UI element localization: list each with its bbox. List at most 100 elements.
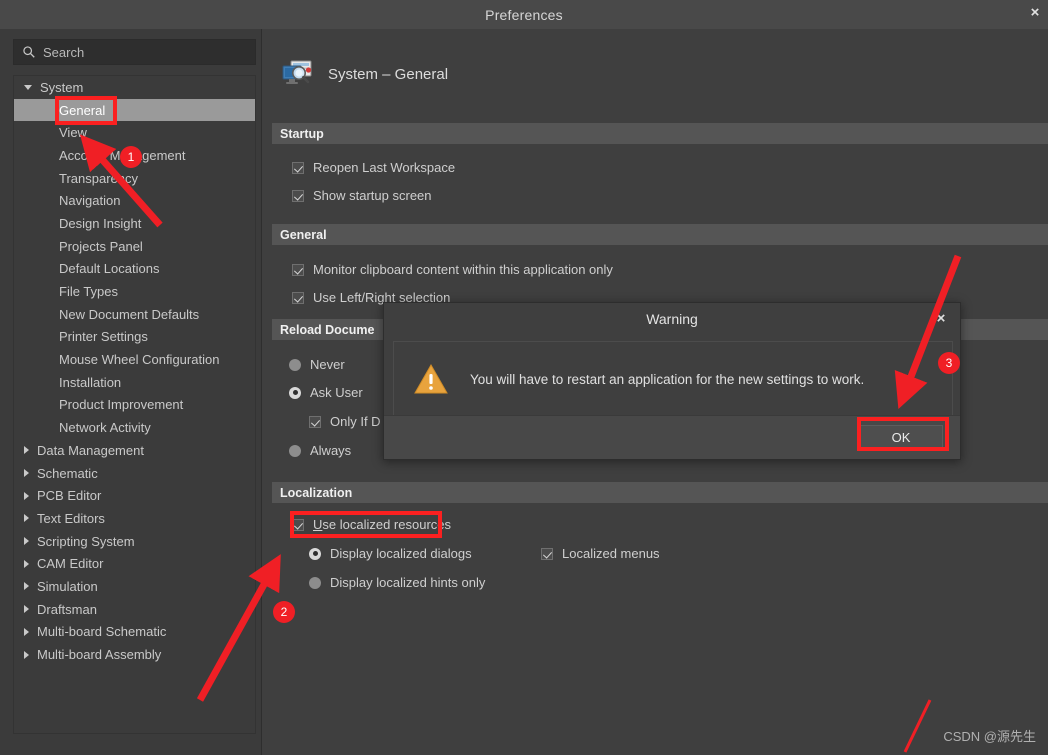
tree-item-label: View (59, 125, 87, 141)
tree-item-data-management[interactable]: Data Management (14, 439, 255, 462)
settings-tree[interactable]: System General View Account Management Trans… (13, 75, 256, 734)
tree-item-new-document-defaults[interactable]: New Document Defaults (14, 303, 255, 326)
search-placeholder: Search (43, 44, 85, 60)
option-label: Use localized resources (313, 517, 451, 532)
section-header-general: General (272, 224, 1048, 245)
option-display-localized-dialogs[interactable]: Display localized dialogs (309, 546, 472, 561)
tree-item-label: Schematic (37, 465, 98, 481)
option-label: Ask User (310, 385, 363, 400)
tree-item-installation[interactable]: Installation (14, 371, 255, 394)
chevron-right-icon[interactable] (24, 650, 29, 659)
dialog-body: You will have to restart an application … (393, 341, 953, 417)
option-reload-never[interactable]: Never (289, 357, 345, 372)
chevron-right-icon[interactable] (24, 582, 29, 591)
option-use-localized-resources[interactable]: Use localized resources (292, 517, 451, 532)
tree-item-text-editors[interactable]: Text Editors (14, 507, 255, 530)
tree-item-label: General (59, 102, 106, 118)
radio-display-localized-dialogs[interactable] (309, 547, 321, 560)
option-display-localized-hints-only[interactable]: Display localized hints only (309, 575, 485, 590)
tree-item-label: Mouse Wheel Configuration (59, 352, 220, 368)
radio-display-localized-hints-only[interactable] (309, 576, 321, 589)
chevron-right-icon[interactable] (24, 627, 29, 636)
page-header: System – General (282, 58, 448, 90)
tree-item-mouse-wheel-configuration[interactable]: Mouse Wheel Configuration (14, 348, 255, 371)
accelerator-char: U (313, 517, 323, 532)
option-label: Display localized hints only (330, 575, 486, 590)
chevron-right-icon[interactable] (24, 537, 29, 546)
chevron-right-icon[interactable] (24, 514, 29, 523)
section-header-localization: Localization (272, 482, 1048, 503)
dialog-title: Warning (646, 311, 698, 327)
ok-button[interactable]: OK (859, 425, 943, 450)
option-label: Only If D (330, 414, 381, 429)
tree-item-label: Printer Settings (59, 329, 148, 345)
checkbox-reopen-last-workspace[interactable] (292, 161, 304, 174)
chevron-right-icon[interactable] (24, 491, 29, 500)
checkbox-reload-only-if-data[interactable] (309, 415, 321, 428)
option-monitor-clipboard[interactable]: Monitor clipboard content within this ap… (292, 262, 613, 277)
tree-item-scripting-system[interactable]: Scripting System (14, 530, 255, 553)
option-reload-only-if-data[interactable]: Only If D (309, 414, 381, 429)
option-reload-always[interactable]: Always (289, 443, 351, 458)
tree-item-simulation[interactable]: Simulation (14, 575, 255, 598)
tree-item-draftsman[interactable]: Draftsman (14, 598, 255, 621)
option-label: Show startup screen (313, 188, 432, 203)
option-label: Localized menus (562, 546, 660, 561)
tree-item-design-insight[interactable]: Design Insight (14, 212, 255, 235)
tree-item-view[interactable]: View (14, 121, 255, 144)
option-label: Always (310, 443, 352, 458)
radio-reload-ask-user[interactable] (289, 386, 301, 399)
tree-item-network-activity[interactable]: Network Activity (14, 416, 255, 439)
tree-item-default-locations[interactable]: Default Locations (14, 258, 255, 281)
chevron-right-icon[interactable] (24, 605, 29, 614)
chevron-right-icon[interactable] (24, 559, 29, 568)
tree-item-transparency[interactable]: Transparency (14, 167, 255, 190)
tree-item-label: Scripting System (37, 533, 135, 549)
tree-item-schematic[interactable]: Schematic (14, 462, 255, 485)
tree-item-projects-panel[interactable]: Projects Panel (14, 235, 255, 258)
checkbox-localized-menus[interactable] (541, 547, 553, 560)
checkbox-monitor-clipboard[interactable] (292, 263, 304, 276)
tree-item-printer-settings[interactable]: Printer Settings (14, 326, 255, 349)
radio-reload-always[interactable] (289, 444, 301, 457)
warning-dialog: Warning × You will have to restart an ap… (383, 302, 961, 460)
option-reopen-last-workspace[interactable]: Reopen Last Workspace (292, 160, 455, 175)
tree-item-navigation[interactable]: Navigation (14, 189, 255, 212)
tree-item-label: Network Activity (59, 420, 151, 436)
tree-item-multi-board-schematic[interactable]: Multi-board Schematic (14, 621, 255, 644)
tree-item-label: Draftsman (37, 601, 97, 617)
option-label-rest: se localized resources (322, 517, 452, 532)
tree-item-label: Multi-board Assembly (37, 647, 162, 663)
tree-item-label: System (40, 79, 84, 95)
sidebar: Search System General View Account Manageme… (0, 29, 262, 755)
chevron-right-icon[interactable] (24, 446, 29, 455)
title-bar: Preferences × (0, 0, 1048, 29)
option-localized-menus[interactable]: Localized menus (541, 546, 660, 561)
annotation-badge-2: 2 (273, 601, 295, 623)
annotation-badge-1: 1 (120, 146, 142, 168)
tree-item-system[interactable]: System (14, 76, 255, 99)
search-input[interactable]: Search (13, 39, 256, 65)
option-label: Never (310, 357, 345, 372)
chevron-down-icon[interactable] (24, 84, 32, 90)
tree-item-label: File Types (59, 284, 119, 300)
checkbox-use-localized-resources[interactable] (292, 518, 304, 531)
radio-reload-never[interactable] (289, 358, 301, 371)
tree-item-label: Text Editors (37, 510, 105, 526)
option-label: Reopen Last Workspace (313, 160, 456, 175)
checkbox-show-startup-screen[interactable] (292, 189, 304, 202)
tree-item-pcb-editor[interactable]: PCB Editor (14, 484, 255, 507)
window-close-button[interactable]: × (1024, 1, 1046, 23)
tree-item-multi-board-assembly[interactable]: Multi-board Assembly (14, 643, 255, 666)
option-reload-ask-user[interactable]: Ask User (289, 385, 363, 400)
tree-item-general[interactable]: General (14, 98, 255, 122)
tree-item-file-types[interactable]: File Types (14, 280, 255, 303)
dialog-close-button[interactable]: × (932, 309, 950, 327)
tree-item-label: Default Locations (59, 261, 160, 277)
chevron-right-icon[interactable] (24, 469, 29, 478)
option-show-startup-screen[interactable]: Show startup screen (292, 188, 432, 203)
page-title: System – General (328, 65, 449, 83)
checkbox-use-left-right-selection[interactable] (292, 291, 304, 304)
tree-item-cam-editor[interactable]: CAM Editor (14, 552, 255, 575)
tree-item-product-improvement[interactable]: Product Improvement (14, 394, 255, 417)
